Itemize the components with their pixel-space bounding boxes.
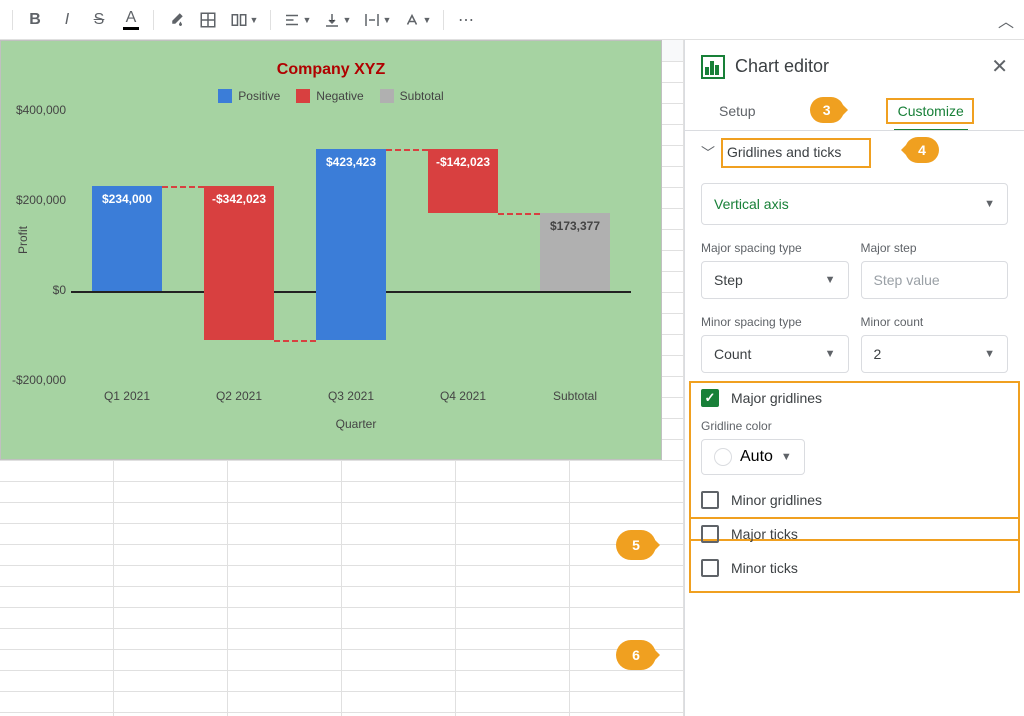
major-spacing-type-select[interactable]: Step▼ bbox=[701, 261, 849, 299]
minor-ticks-checkbox[interactable] bbox=[701, 559, 719, 577]
chart-bar: -$342,023 bbox=[204, 186, 274, 340]
chart-bar: $173,377 bbox=[540, 213, 610, 291]
axis-selector[interactable]: Vertical axis▼ bbox=[701, 183, 1008, 225]
callout-5: 5 bbox=[616, 530, 656, 560]
callout-6: 6 bbox=[616, 640, 656, 670]
more-button[interactable]: ⋯ bbox=[452, 6, 480, 34]
y-axis-label: Profit bbox=[16, 226, 30, 254]
major-gridlines-checkbox[interactable] bbox=[701, 389, 719, 407]
gridline-color-picker[interactable]: Auto ▼ bbox=[701, 439, 805, 475]
major-spacing-type-label: Major spacing type bbox=[701, 241, 849, 255]
panel-title: Chart editor bbox=[735, 56, 981, 77]
major-step-input[interactable]: Step value bbox=[861, 261, 1009, 299]
minor-count-label: Minor count bbox=[861, 315, 1009, 329]
horizontal-align-button[interactable]: ▼ bbox=[279, 6, 315, 34]
italic-button[interactable]: I bbox=[53, 6, 81, 34]
minor-gridlines-checkbox[interactable] bbox=[701, 491, 719, 509]
gridline-color-label: Gridline color bbox=[701, 419, 1008, 433]
major-ticks-checkbox[interactable] bbox=[701, 525, 719, 543]
collapse-toolbar-icon[interactable]: ︿ bbox=[998, 8, 1014, 32]
text-wrap-button[interactable]: ▼ bbox=[359, 6, 395, 34]
chart-title: Company XYZ bbox=[21, 61, 641, 79]
bold-button[interactable]: B bbox=[21, 6, 49, 34]
chart-editor-panel: Chart editor ✕ Setup 3 Customize ﹀ Gridl… bbox=[684, 40, 1024, 716]
close-icon[interactable]: ✕ bbox=[991, 54, 1008, 79]
chart-bar: $423,423 bbox=[316, 149, 386, 340]
minor-spacing-type-label: Minor spacing type bbox=[701, 315, 849, 329]
minor-spacing-type-select[interactable]: Count▼ bbox=[701, 335, 849, 373]
fill-color-button[interactable] bbox=[162, 6, 190, 34]
text-color-button[interactable]: A bbox=[117, 6, 145, 34]
section-gridlines-ticks[interactable]: ﹀ Gridlines and ticks 4 bbox=[685, 131, 1024, 175]
vertical-align-button[interactable]: ▼ bbox=[319, 6, 355, 34]
chart-legend: Positive Negative Subtotal bbox=[21, 89, 641, 103]
embedded-chart[interactable]: Company XYZ Positive Negative Subtotal P… bbox=[0, 40, 662, 460]
callout-4: 4 bbox=[905, 137, 939, 163]
chart-editor-icon bbox=[701, 55, 725, 79]
borders-button[interactable] bbox=[194, 6, 222, 34]
callout-3: 3 bbox=[810, 97, 844, 123]
chevron-down-icon: ﹀ bbox=[701, 143, 715, 163]
merge-cells-button[interactable]: ▼ bbox=[226, 6, 262, 34]
tab-setup[interactable]: Setup bbox=[715, 93, 760, 131]
chart-bar: $234,000 bbox=[92, 186, 162, 291]
strikethrough-button[interactable]: S bbox=[85, 6, 113, 34]
spreadsheet-grid[interactable]: F G H I J K for(let i=0;i<30;i++)documen… bbox=[0, 40, 684, 716]
x-axis-label: Quarter bbox=[71, 417, 641, 431]
major-step-label: Major step bbox=[861, 241, 1009, 255]
tab-customize[interactable]: Customize bbox=[894, 93, 968, 131]
minor-count-select[interactable]: 2▼ bbox=[861, 335, 1009, 373]
text-rotation-button[interactable]: ▼ bbox=[399, 6, 435, 34]
toolbar: B I S A ▼ ▼ ▼ ▼ ▼ ⋯ ︿ bbox=[0, 0, 1024, 40]
color-swatch-icon bbox=[714, 448, 732, 466]
chart-bar: -$142,023 bbox=[428, 149, 498, 213]
